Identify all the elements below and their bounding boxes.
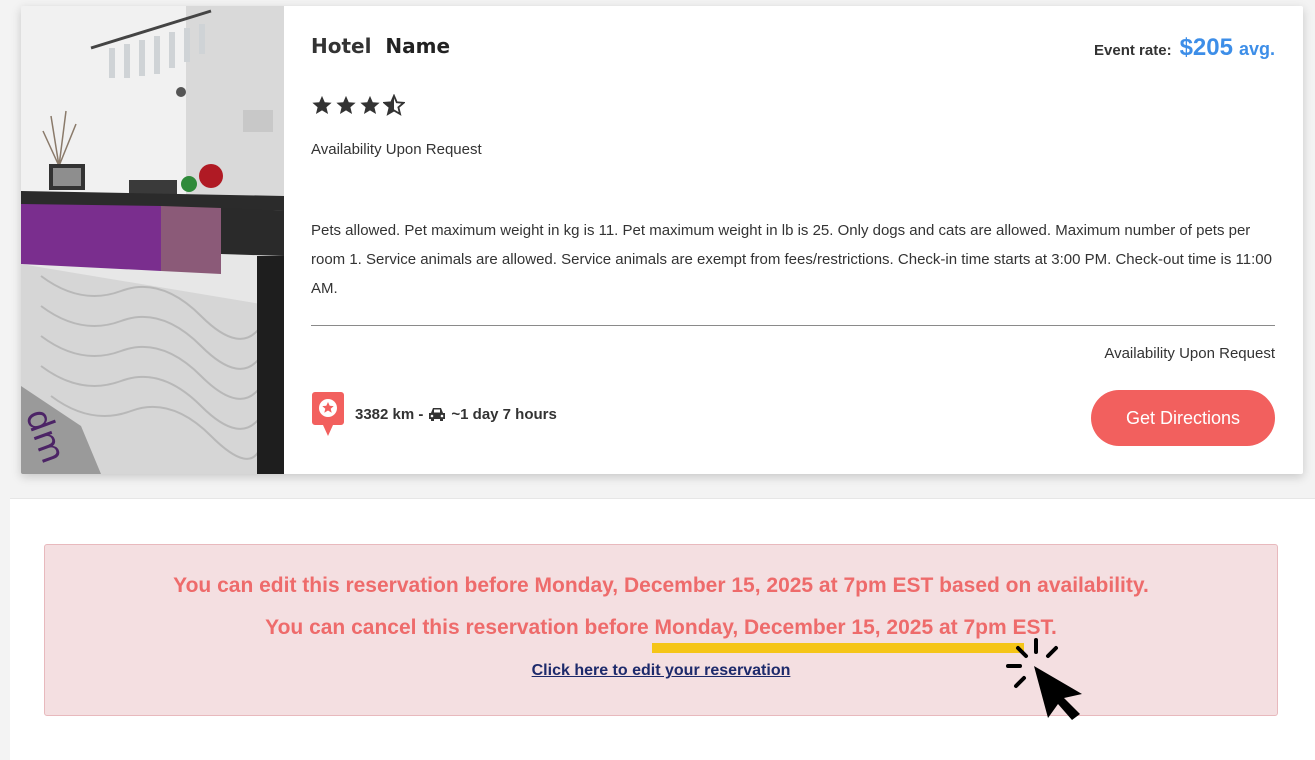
click-cursor-icon	[1006, 638, 1082, 720]
star-rating	[311, 94, 405, 116]
star-icon	[312, 95, 332, 114]
availability-status-secondary: Availability Upon Request	[1104, 345, 1275, 362]
availability-status: Availability Upon Request	[311, 141, 482, 158]
star-icon	[336, 95, 356, 114]
rate-value: $205	[1179, 34, 1233, 61]
edit-deadline-text: You can edit this reservation before Mon…	[173, 574, 1149, 597]
distance-km: 3382 km -	[355, 405, 424, 423]
hotel-description: Pets allowed. Pet maximum weight in kg i…	[311, 222, 1272, 297]
rate-suffix: avg.	[1238, 39, 1275, 59]
get-directions-button[interactable]: Get Directions	[1091, 390, 1275, 446]
car-icon	[429, 408, 446, 421]
map-pin-icon	[312, 392, 344, 436]
hotel-name[interactable]: Hotel Name	[311, 34, 450, 58]
hotel-name-second: Name	[385, 34, 451, 58]
rate-label: Event rate:	[1094, 42, 1172, 59]
hotel-info: Hotel Name Event rate: $205 avg. Availab…	[311, 6, 1275, 474]
distance-info: 3382 km - ~1 day 7 hours	[311, 390, 557, 438]
drive-time: ~1 day 7 hours	[451, 405, 557, 423]
divider	[311, 325, 1275, 326]
half-star-icon	[383, 94, 405, 116]
highlight-underline	[652, 643, 1024, 653]
star-icon	[360, 95, 380, 114]
hotel-card: dm Hotel Name Event rate: $205 avg. Avai…	[21, 6, 1303, 474]
hotel-photo: dm	[21, 6, 284, 474]
hotel-name-first: Hotel	[311, 34, 372, 58]
event-rate: Event rate: $205 avg.	[1094, 34, 1275, 62]
